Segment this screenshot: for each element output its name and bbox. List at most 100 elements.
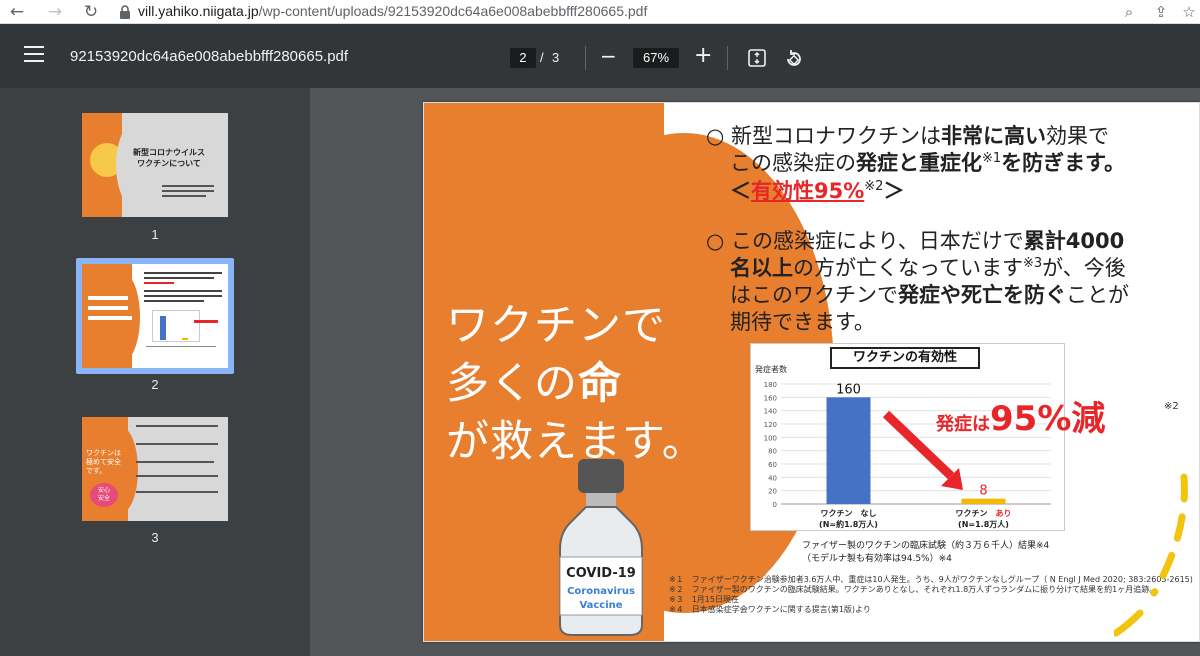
b1-l2b: 発症と重症化 (856, 151, 982, 175)
bar-value-label: 160 (836, 382, 861, 397)
thumbnail-label-2: 2 (151, 377, 159, 392)
y-tick-label: 160 (764, 394, 777, 402)
b1-l1c: 効果で (1046, 124, 1109, 148)
lock-icon[interactable] (118, 4, 132, 20)
thumbnail-page-3[interactable]: ワクチンは 極めて安全 です。 安心 安全 (82, 417, 228, 521)
fit-to-page-icon[interactable] (748, 49, 766, 67)
bullet1-line2: この感染症の発症と重症化※1を防ぎます。 (730, 150, 1125, 177)
bookmark-star-icon[interactable]: ☆ (1178, 1, 1200, 23)
pdf-viewer[interactable]: ワクチンで 多くの命 が救えます。 COVID-19 Coronavirus V… (310, 88, 1200, 656)
b2-l2c: が、今後 (1042, 256, 1126, 280)
reload-icon[interactable]: ↻ (80, 1, 102, 23)
page-number-input[interactable]: 2 (510, 48, 536, 68)
y-tick-label: 140 (764, 408, 777, 416)
b1-l2sup: ※1 (982, 151, 1002, 166)
zoom-in-button[interactable]: + (694, 43, 712, 68)
pdf-page: ワクチンで 多くの命 が救えます。 COVID-19 Coronavirus V… (423, 102, 1200, 642)
b2-l2sup: ※3 (1022, 256, 1043, 271)
y-axis-label: 発症者数 (755, 364, 787, 374)
zoom-magnifier-icon[interactable]: ⌕ (1118, 1, 1140, 23)
b1-l1b: 非常に高い (941, 124, 1046, 148)
x-category-label: ワクチン なし (821, 508, 877, 518)
url-field[interactable]: vill.yahiko.niigata.jp/wp-content/upload… (138, 3, 647, 19)
vaccine-vial-icon: COVID-19 Coronavirus Vaccine (559, 459, 643, 636)
b1-l3a: ＜ (730, 179, 751, 203)
toolbar-divider (727, 46, 728, 70)
thumb3-badge-2: 安全 (97, 495, 110, 502)
bullet2-line2: 名以上の方が亡くなっています※3が、今後 (730, 255, 1126, 282)
thumbnail-page-1[interactable]: 新型コロナウイルス ワクチンについて (82, 113, 228, 217)
bullet2-line4: 期待できます。 (730, 310, 875, 334)
pdf-toolbar: 92153920dc64a6e008abebbfff280665.pdf 2 /… (0, 24, 1200, 88)
rotate-icon[interactable] (784, 49, 804, 69)
b1-l1a: ○ 新型コロナワクチンは (706, 124, 941, 148)
vial-label-1: COVID-19 (566, 566, 636, 581)
b2-l3b: 発症や死亡を防ぐ (898, 283, 1066, 307)
thumb1-title-line1: 新型コロナウイルス (133, 148, 205, 157)
slogan-line-1: ワクチンで (446, 301, 666, 351)
share-icon[interactable]: ⇪ (1150, 1, 1172, 23)
thumb3-badge-1: 安心 (97, 487, 110, 494)
bullet1-line1: ○ 新型コロナワクチンは非常に高い効果で (706, 123, 1109, 150)
chart-title: ワクチンの有効性 (830, 347, 980, 369)
b1-l2c: を防ぎます。 (1001, 151, 1126, 175)
chart-caption-1: ファイザー製のワクチンの臨床試験（約３万６千人）結果※4 (802, 541, 1050, 551)
thumbnail-label-3: 3 (151, 530, 159, 545)
x-category-sublabel: (N=1.8万人) (958, 519, 1009, 529)
chart-caption-2: （モデルナ製も有効率は94.5%）※4 (802, 554, 952, 564)
b1-l3sup: ※2 (864, 179, 884, 194)
zoom-level-input[interactable]: 67% (633, 48, 679, 68)
thumbnail-sidebar: 新型コロナウイルス ワクチンについて 1 2 ワクチンは 極めて安全 です。 安… (0, 88, 310, 656)
bar-value-label: 8 (979, 484, 987, 499)
thumb3-text-3: です。 (86, 467, 107, 475)
reduce-b: 95%減 (990, 399, 1106, 439)
b2-l3c: ことが (1066, 283, 1129, 307)
b2-l2b: の方が亡くなっています (793, 256, 1023, 280)
y-tick-label: 120 (764, 421, 777, 429)
page-separator: / (540, 50, 544, 65)
reduction-note: ※2 (1164, 401, 1179, 412)
b1-l3b: 有効性95% (751, 179, 865, 203)
bar (826, 397, 871, 504)
b2-l2a: 名以上 (730, 256, 793, 280)
zoom-out-button[interactable]: − (600, 44, 617, 68)
thumb2-slogan-lines (88, 296, 136, 326)
hamburger-menu-icon[interactable] (24, 46, 44, 62)
y-tick-label: 40 (768, 474, 777, 482)
thumb3-text-1: ワクチンは (86, 449, 121, 457)
back-arrow-icon[interactable]: ← (6, 1, 28, 23)
y-tick-label: 80 (768, 448, 777, 456)
b2-l1a: ○ この感染症により、日本だけで (706, 229, 1024, 253)
yellow-dash-decoration (1114, 473, 1188, 637)
b2-l1b: 累計4000 (1023, 229, 1125, 253)
slogan-line-2a: 多くの (446, 359, 578, 409)
bar (961, 498, 1006, 504)
forward-arrow-icon[interactable]: → (44, 1, 66, 23)
slogan: ワクチンで 多くの命 が救えます。 (446, 297, 706, 471)
thumb3-text-2: 極めて安全 (86, 458, 121, 466)
b2-l3a: はこのワクチンで (730, 283, 898, 307)
toolbar-divider (585, 46, 586, 70)
vial-label-3: Vaccine (579, 600, 622, 611)
url-path: /wp-content/uploads/92153920dc64a6e008ab… (258, 3, 648, 19)
y-tick-label: 60 (768, 461, 777, 469)
y-tick-label: 180 (764, 381, 777, 389)
y-tick-label: 0 (773, 501, 777, 509)
x-category-sublabel: (N=約1.8万人) (819, 519, 878, 529)
thumbnail-label-1: 1 (151, 227, 159, 242)
thumb1-title-line2: ワクチンについて (137, 159, 201, 168)
b1-l2a: この感染症の (730, 151, 856, 175)
browser-address-bar: ← → ↻ vill.yahiko.niigata.jp/wp-content/… (0, 0, 1200, 24)
y-tick-label: 100 (764, 434, 777, 442)
thumbnail-page-2[interactable] (82, 264, 228, 368)
y-tick-label: 20 (768, 488, 777, 496)
safety-badge: 安心 安全 (90, 483, 118, 507)
page-total: 3 (552, 50, 560, 65)
b1-l3c: ＞ (883, 179, 905, 203)
url-host: vill.yahiko.niigata.jp (138, 3, 259, 19)
bullet2-line3: はこのワクチンで発症や死亡を防ぐことが (730, 282, 1129, 309)
vial-label-2: Coronavirus (567, 586, 635, 597)
bullet2-line1: ○ この感染症により、日本だけで累計4000 (706, 228, 1124, 255)
bullet1-line3: ＜有効性95%※2＞ (730, 178, 904, 205)
slogan-line-2b: 命 (578, 359, 622, 409)
